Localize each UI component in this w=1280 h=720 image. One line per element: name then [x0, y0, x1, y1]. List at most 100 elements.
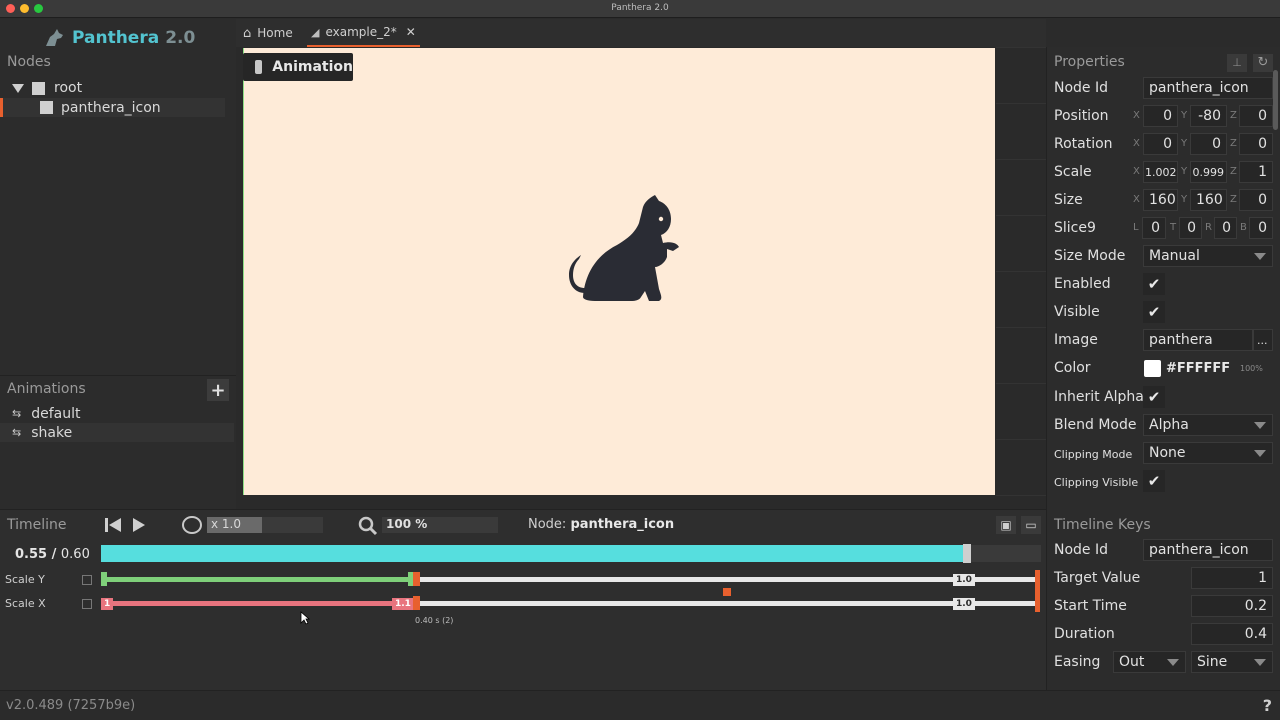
track-segment-scale-y[interactable] [101, 577, 411, 582]
prop-label: Easing [1054, 654, 1101, 670]
prop-label: Blend Mode [1054, 417, 1137, 433]
slice9-bottom-input[interactable]: 0 [1249, 217, 1273, 239]
size-mode-select[interactable]: Manual [1143, 245, 1273, 267]
target-value-input[interactable]: 1 [1191, 567, 1273, 589]
chevron-down-icon [1254, 450, 1266, 457]
keyframe-start-scale-x[interactable]: 1 [101, 598, 114, 610]
size-z-input[interactable]: 0 [1239, 189, 1273, 211]
clipping-mode-select[interactable]: None [1143, 442, 1273, 464]
add-animation-button[interactable]: + [207, 379, 229, 401]
color-swatch[interactable] [1144, 360, 1161, 377]
timeline-end-marker[interactable] [1035, 570, 1040, 612]
animation-item-default[interactable]: ⇆ default [0, 404, 234, 423]
rotation-x-input[interactable]: 0 [1143, 133, 1178, 155]
timeline-node-info: Node: panthera_icon [528, 517, 674, 532]
blend-mode-select[interactable]: Alpha [1143, 414, 1273, 436]
panthera-cat-sprite[interactable] [555, 193, 685, 303]
animation-mode-toggle[interactable]: Animation [243, 53, 353, 81]
track-segment-scale-x[interactable] [101, 601, 401, 606]
keyframe-end-scale-y[interactable]: 1.0 [953, 574, 975, 586]
animations-panel-title: Animations [7, 381, 86, 397]
timeline-node-name: panthera_icon [570, 517, 675, 532]
tree-node-root[interactable]: root [12, 79, 234, 97]
animation-label: shake [31, 424, 73, 441]
speed-slider[interactable]: x 1.0 [207, 517, 323, 533]
slice9-left-input[interactable]: 0 [1142, 217, 1166, 239]
keyframe-selected-scale-x[interactable] [413, 596, 420, 610]
easing-type-select[interactable]: Sine [1191, 651, 1273, 673]
help-button[interactable]: ? [1263, 696, 1272, 715]
inherit-alpha-checkbox[interactable]: ✔ [1143, 386, 1165, 408]
scale-z-input[interactable]: 1 [1239, 161, 1273, 183]
position-z-input[interactable]: 0 [1239, 105, 1273, 127]
properties-scrollbar[interactable] [1273, 70, 1278, 130]
prop-clipping-visible: Clipping Visible ✔ [1047, 467, 1280, 495]
prop-label: Node Id [1054, 542, 1109, 558]
axis-label: X [1133, 138, 1140, 149]
rotation-z-input[interactable]: 0 [1239, 133, 1273, 155]
image-browse-button[interactable]: ... [1253, 329, 1273, 351]
tree-node-label: panthera_icon [61, 99, 161, 116]
clipping-visible-checkbox[interactable]: ✔ [1143, 470, 1165, 492]
image-input[interactable]: panthera [1143, 329, 1253, 351]
position-x-input[interactable]: 0 [1143, 105, 1178, 127]
size-y-input[interactable]: 160 [1190, 189, 1227, 211]
key-node-id-input[interactable]: panthera_icon [1143, 539, 1273, 561]
animation-item-shake[interactable]: ⇆ shake [0, 423, 234, 442]
keyframe-selected-scale-y[interactable] [413, 572, 420, 586]
color-alpha[interactable]: 100% [1240, 364, 1263, 373]
align-icon[interactable]: ⊥ [1227, 54, 1247, 72]
keyframe-end-scale-x[interactable]: 1.0 [953, 598, 975, 610]
scrubber-handle[interactable] [963, 544, 971, 563]
scale-x-input[interactable]: 1.002 [1143, 161, 1178, 183]
axis-label: L [1133, 222, 1139, 233]
rewind-button[interactable] [102, 515, 124, 535]
lock-icon[interactable] [82, 575, 92, 585]
axis-label: Z [1230, 166, 1237, 177]
lock-icon[interactable] [82, 599, 92, 609]
close-tab-icon[interactable]: ✕ [406, 25, 416, 39]
rotation-y-input[interactable]: 0 [1190, 133, 1227, 155]
tree-node-panthera-icon[interactable]: panthera_icon [3, 98, 225, 117]
speed-icon [182, 516, 202, 534]
duration-input[interactable]: 0.4 [1191, 623, 1273, 645]
scale-y-input[interactable]: 0.999 [1190, 161, 1227, 183]
slice9-top-input[interactable]: 0 [1179, 217, 1202, 239]
key-prop-node-id: Node Id panthera_icon [1047, 536, 1280, 564]
chevron-down-icon [1254, 422, 1266, 429]
visible-checkbox[interactable]: ✔ [1143, 301, 1165, 323]
easing-mode-select[interactable]: Out [1113, 651, 1186, 673]
keyframe-marker[interactable] [723, 588, 731, 596]
prop-label: Position [1054, 108, 1109, 124]
color-hex[interactable]: #FFFFFF [1166, 361, 1230, 376]
tab-label: Home [257, 26, 293, 40]
slice9-right-input[interactable]: 0 [1214, 217, 1237, 239]
start-time-input[interactable]: 0.2 [1191, 595, 1273, 617]
play-button[interactable] [128, 515, 150, 535]
panel-divider [0, 375, 236, 376]
position-y-input[interactable]: -80 [1190, 105, 1227, 127]
timeline-time: 0.55 / 0.60 [15, 547, 90, 562]
node-id-input[interactable]: panthera_icon [1143, 77, 1273, 99]
folder-icon[interactable]: ▭ [1021, 516, 1041, 534]
expand-triangle-icon[interactable] [12, 83, 24, 93]
animation-mode-checkbox[interactable] [255, 60, 263, 74]
prop-size: Size X 160 Y 160 Z 0 [1047, 186, 1280, 214]
axis-label: Z [1230, 110, 1237, 121]
axis-label: Y [1181, 194, 1188, 205]
key-prop-easing: Easing Out Sine [1047, 648, 1280, 676]
window-title: Panthera 2.0 [611, 3, 669, 13]
keyframe-time-note: 0.40 s (2) [415, 616, 454, 625]
timeline-scrubber[interactable] [101, 544, 1041, 563]
tab-example-2[interactable]: ◢ example_2* ✕ [307, 19, 420, 47]
tab-home[interactable]: ⌂ Home [243, 19, 293, 47]
prop-scale: Scale X 1.002 Y 0.999 Z 1 [1047, 158, 1280, 186]
prop-label: Clipping Mode [1054, 448, 1133, 461]
enabled-checkbox[interactable]: ✔ [1143, 273, 1165, 295]
refresh-icon[interactable]: ↻ [1253, 54, 1273, 72]
keyframe-start-scale-y[interactable] [101, 572, 107, 586]
keyframe-mid-scale-x[interactable]: 1.1 [392, 598, 414, 610]
save-icon[interactable]: ▣ [996, 516, 1016, 534]
zoom-slider[interactable]: 100 % [382, 517, 498, 533]
size-x-input[interactable]: 160 [1143, 189, 1178, 211]
